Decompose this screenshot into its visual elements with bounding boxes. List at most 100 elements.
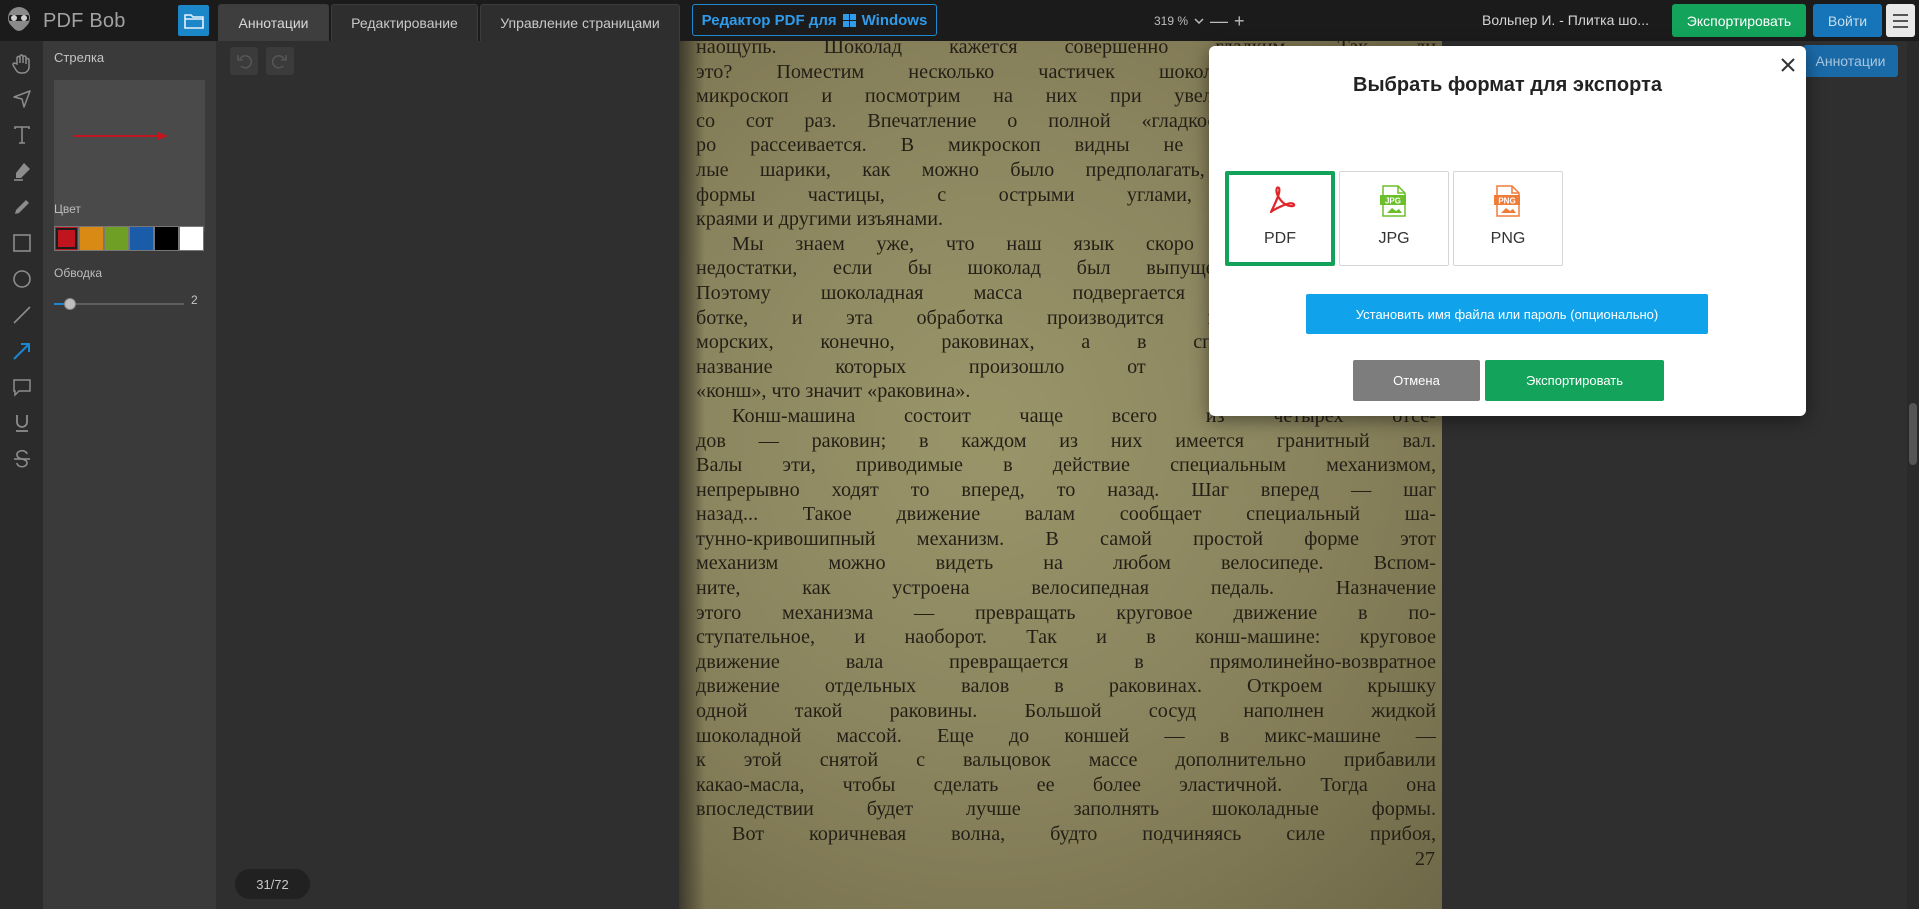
windows-logo-icon xyxy=(842,13,856,27)
close-dialog-button[interactable] xyxy=(1777,54,1799,76)
page-text-line: одной такой раковины. Большой сосуд напо… xyxy=(696,700,1436,723)
hamburger-menu-button[interactable] xyxy=(1886,4,1915,37)
set-filename-password-button[interactable]: Установить имя файла или пароль (опциона… xyxy=(1306,294,1708,334)
tool-underline[interactable] xyxy=(6,407,37,438)
zoom-out-button[interactable]: — xyxy=(1210,12,1228,30)
zoom-value[interactable]: 319 % xyxy=(1154,14,1188,28)
svg-text:PNG: PNG xyxy=(1498,197,1515,206)
bob-mascot-icon xyxy=(8,7,30,31)
document-title: Вольпер И. - Плитка шо... xyxy=(1482,12,1649,28)
open-file-button[interactable] xyxy=(178,5,209,36)
format-option-pdf[interactable]: PDF xyxy=(1225,171,1335,266)
tool-hand[interactable] xyxy=(6,48,37,79)
tab-editing-label: Редактирование xyxy=(351,15,458,31)
cancel-button[interactable]: Отмена xyxy=(1353,360,1480,401)
zoom-in-button[interactable]: + xyxy=(1234,12,1245,30)
stroke-value: 2 xyxy=(191,293,198,307)
color-swatch-white[interactable] xyxy=(179,226,204,251)
page-text-line: к этой снятой с вальцовок массе дополнит… xyxy=(696,749,1436,772)
format-option-png[interactable]: PNG PNG xyxy=(1453,171,1563,266)
page-number: 27 xyxy=(1414,847,1435,870)
page-text-line: непрерывно ходят то вперед, то назад. Ша… xyxy=(696,478,1436,501)
pointer-icon xyxy=(12,89,31,108)
page-text-line: механизм можно видеть на любом велосипед… xyxy=(696,552,1436,575)
windows-button-prefix: Редактор PDF для xyxy=(701,11,837,29)
stroke-width-slider[interactable] xyxy=(54,297,184,311)
format-option-jpg[interactable]: JPG JPG xyxy=(1339,171,1449,266)
slider-knob[interactable] xyxy=(64,298,76,310)
color-swatch-black[interactable] xyxy=(154,226,179,251)
tool-text[interactable] xyxy=(6,119,37,150)
menu-line xyxy=(1893,13,1908,16)
undo-button[interactable] xyxy=(230,47,258,75)
color-swatch-blue[interactable] xyxy=(129,226,154,251)
tab-annotations[interactable]: Аннотации xyxy=(218,4,329,41)
tab-annotations-label: Аннотации xyxy=(238,15,309,31)
tool-rectangle[interactable] xyxy=(6,227,37,258)
jpg-file-icon: JPG xyxy=(1380,185,1406,217)
page-text-line: движение вала превращается в прямолинейн… xyxy=(696,650,1436,673)
vertical-scrollbar[interactable] xyxy=(1907,41,1919,909)
top-bar: PDF Bob Аннотации Редактирование Управле… xyxy=(0,0,1919,41)
tool-name-label: Стрелка xyxy=(54,50,105,65)
login-button[interactable]: Войти xyxy=(1813,4,1882,37)
tool-highlighter[interactable] xyxy=(6,155,37,186)
tool-comment[interactable] xyxy=(6,371,37,402)
page-text-line: дов — раковин; в каждом из них имеется г… xyxy=(696,429,1436,452)
page-text-line: ступательное, и наоборот. Так и в конш-м… xyxy=(696,626,1436,649)
chevron-down-icon[interactable] xyxy=(1194,17,1204,25)
tool-sidebar xyxy=(0,41,43,909)
page-text-line: Валы эти, приводимые в действие специаль… xyxy=(696,454,1436,477)
format-label-png: PNG xyxy=(1490,230,1526,247)
tool-ellipse[interactable] xyxy=(6,263,37,294)
windows-editor-button[interactable]: Редактор PDF для Windows xyxy=(692,4,937,36)
tool-strikethrough[interactable] xyxy=(6,443,37,474)
highlighter-icon xyxy=(13,162,30,181)
page-text-line: тунно-кривошипный механизм. В самой прос… xyxy=(696,527,1436,550)
folder-icon xyxy=(183,13,204,29)
circle-icon xyxy=(12,269,31,288)
svg-text:JPG: JPG xyxy=(1385,197,1401,206)
text-icon xyxy=(13,125,30,144)
menu-line xyxy=(1893,25,1908,28)
page-text-line: впоследствии будет лучше заполнять шокол… xyxy=(696,798,1436,821)
header-export-button[interactable]: Экспортировать xyxy=(1672,4,1806,37)
page-text-line: шоколадной массой. Еще до коншей — в мик… xyxy=(696,724,1436,747)
color-swatches xyxy=(54,226,204,251)
page-text-line: движение отдельных валов в раковинах. От… xyxy=(696,675,1436,698)
export-button[interactable]: Экспортировать xyxy=(1485,360,1664,401)
windows-button-suffix: Windows xyxy=(861,11,928,29)
underline-icon xyxy=(15,414,28,432)
dialog-title: Выбрать формат для экспорта xyxy=(1353,74,1662,96)
tool-arrow[interactable] xyxy=(6,335,37,366)
color-swatch-red[interactable] xyxy=(54,226,79,251)
tool-pencil[interactable] xyxy=(6,191,37,222)
stroke-label: Обводка xyxy=(54,266,103,280)
comment-icon xyxy=(12,378,31,397)
page-text-line: назад... Такое движение валам сообщает с… xyxy=(696,503,1436,526)
menu-line xyxy=(1893,19,1908,22)
png-file-icon: PNG xyxy=(1494,185,1520,217)
page-text-line: какао-масла, чтобы сделать ее более элас… xyxy=(696,773,1436,796)
color-swatch-orange[interactable] xyxy=(79,226,104,251)
line-icon xyxy=(12,305,31,324)
redo-icon xyxy=(272,55,287,69)
color-label: Цвет xyxy=(54,202,81,216)
color-swatch-green[interactable] xyxy=(104,226,129,251)
page-counter: 31/72 xyxy=(235,869,310,899)
tool-line[interactable] xyxy=(6,299,37,330)
pdf-icon xyxy=(1269,186,1296,214)
rectangle-icon xyxy=(12,233,31,252)
scrollbar-thumb[interactable] xyxy=(1909,403,1917,465)
pencil-icon xyxy=(14,199,29,214)
arrow-icon xyxy=(12,342,30,360)
page-text-line: Вот коричневая волна, будто подчиняясь с… xyxy=(732,823,1436,845)
close-icon xyxy=(1781,58,1795,72)
tab-page-management[interactable]: Управление страницами xyxy=(480,4,680,41)
tab-editing[interactable]: Редактирование xyxy=(331,4,478,41)
annotations-panel-button[interactable]: Аннотации xyxy=(1803,45,1898,77)
redo-button[interactable] xyxy=(266,47,294,75)
app-name: PDF Bob xyxy=(43,9,126,32)
tool-select[interactable] xyxy=(6,83,37,114)
app-logo[interactable]: PDF Bob xyxy=(4,5,126,37)
